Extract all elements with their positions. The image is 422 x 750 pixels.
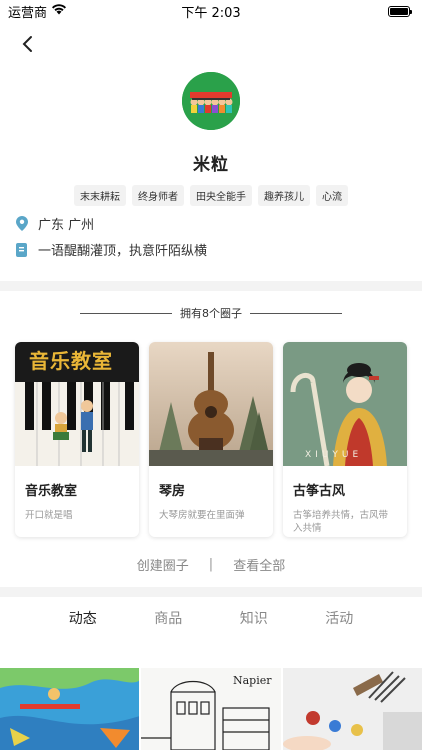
battery-icon	[388, 5, 412, 17]
chevron-left-icon	[22, 36, 32, 52]
content-tabs: 动态 商品 知识 活动	[0, 608, 422, 628]
tag: 终身师者	[132, 185, 184, 206]
tag: 田央全能手	[190, 185, 252, 206]
circle-cover-piano-room	[149, 342, 273, 466]
tab-knowledge[interactable]: 知识	[240, 608, 268, 628]
tab-activities[interactable]: 活动	[325, 608, 353, 628]
action-separator: |	[208, 557, 214, 572]
circle-card[interactable]: 琴房 大琴房就要在里面弹	[149, 342, 273, 537]
tag: 心流	[316, 185, 348, 206]
location-pin-icon	[16, 216, 28, 231]
feed-thumbnail[interactable]	[282, 668, 422, 750]
section-divider	[0, 587, 422, 597]
signature-row: 一语醍醐灌顶，执意阡陌纵横	[16, 240, 207, 259]
status-bar: 运营商 下午 2:03	[0, 0, 422, 22]
feed-thumbnail-text: Napier	[233, 674, 272, 687]
circle-desc: 开口就是唱	[25, 510, 73, 521]
circle-name: 琴房	[159, 484, 186, 499]
create-circle-link[interactable]: 创建圈子	[137, 555, 189, 574]
circle-cover-text: 音乐教室	[29, 349, 113, 373]
feed-thumbnail[interactable]	[0, 668, 140, 750]
back-button[interactable]	[14, 30, 42, 58]
username: 米粒	[193, 155, 229, 175]
carrier-label: 运营商	[8, 5, 48, 21]
circle-name: 古筝古风	[293, 484, 346, 499]
circle-card[interactable]: 音乐教室 音乐教室 开口就是唱	[15, 342, 139, 537]
location-row: 广东 广州	[16, 214, 94, 233]
circle-cover-text: XIUYUE	[305, 450, 363, 460]
profile-header: 米粒 末末耕耘 终身师者 田央全能手 趣养孩儿 心流	[0, 72, 422, 206]
tag: 趣养孩儿	[258, 185, 310, 206]
tab-products[interactable]: 商品	[154, 608, 182, 628]
circle-actions: 创建圈子 | 查看全部	[0, 555, 422, 574]
title-rule	[80, 312, 172, 314]
feed-grid: Napier	[0, 668, 422, 750]
circle-cover-guzheng: XIUYUE	[283, 342, 407, 466]
signature-text: 一语醍醐灌顶，执意阡陌纵横	[38, 244, 208, 259]
tab-moments[interactable]: 动态	[69, 608, 97, 628]
circle-card[interactable]: XIUYUE 古筝古风 古筝培养共情，古风带入共情	[283, 342, 407, 537]
circle-desc: 古筝培养共情，古风带入共情	[293, 510, 389, 534]
feed-thumbnail[interactable]: Napier	[141, 668, 281, 750]
location-text: 广东 广州	[38, 218, 95, 233]
tag-list: 末末耕耘 终身师者 田央全能手 趣养孩儿 心流	[0, 185, 422, 206]
avatar[interactable]	[182, 72, 240, 130]
circle-card-list: 音乐教室 音乐教室 开口就是唱 琴房 大琴房就要在里面弹 XIUYUE 古筝古风…	[15, 342, 407, 537]
circle-cover-music: 音乐教室	[15, 342, 139, 466]
view-all-link[interactable]: 查看全部	[233, 555, 285, 574]
wifi-icon	[51, 3, 67, 19]
circle-name: 音乐教室	[25, 484, 78, 499]
section-divider	[0, 281, 422, 291]
circle-desc: 大琴房就要在里面弹	[159, 510, 245, 521]
title-rule	[250, 312, 342, 314]
document-icon	[16, 242, 27, 257]
tag: 末末耕耘	[74, 185, 126, 206]
circles-count-label: 拥有8个圈子	[180, 307, 242, 320]
circles-section-title: 拥有8个圈子	[0, 305, 422, 321]
